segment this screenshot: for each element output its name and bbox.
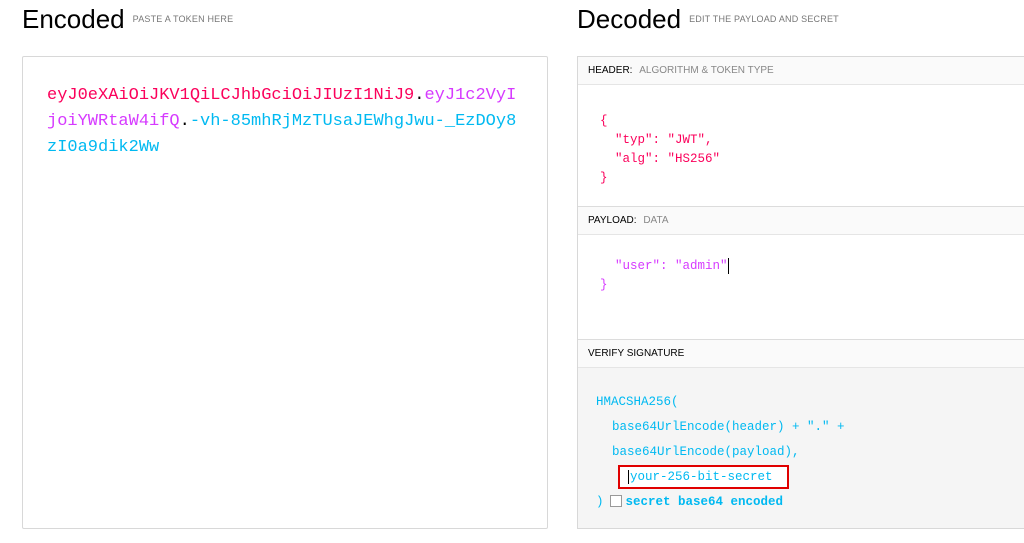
base64-label[interactable]: secret base64 encoded <box>626 495 784 509</box>
hmac-close-row: ) secret base64 encoded <box>596 490 845 515</box>
verify-signature-body: HMACSHA256( base64UrlEncode(header) + "."… <box>578 368 1024 528</box>
text-cursor <box>727 257 729 274</box>
payload-section-label: PAYLOAD: <box>588 215 637 226</box>
header-json-open: { <box>600 114 608 128</box>
token-dot: . <box>414 86 425 105</box>
verify-section-label: VERIFY SIGNATURE <box>588 348 685 359</box>
encoded-subtitle: PASTE A TOKEN HERE <box>132 14 234 25</box>
payload-json-user: "user": "admin" <box>600 259 728 273</box>
decoded-title: Decoded EDIT THE PAYLOAD AND SECRET <box>577 4 839 35</box>
header-section-label: HEADER: <box>588 65 633 76</box>
decoded-subtitle: EDIT THE PAYLOAD AND SECRET <box>689 14 839 25</box>
token-dot: . <box>179 112 190 131</box>
header-section-hint: ALGORITHM & TOKEN TYPE <box>639 65 774 76</box>
payload-section-title: PAYLOAD: DATA <box>578 207 1024 235</box>
hmac-arg-header: base64UrlEncode(header) + "." + <box>612 420 845 434</box>
encoded-token-input[interactable]: eyJ0eXAiOiJKV1QiLCJhbGciOiJIUzI1NiJ9.eyJ… <box>22 56 548 529</box>
token-header-part: eyJ0eXAiOiJKV1QiLCJhbGciOiJIUzI1NiJ9 <box>47 86 415 105</box>
hmac-arg-payload: base64UrlEncode(payload), <box>612 445 800 459</box>
encoded-title: Encoded PASTE A TOKEN HERE <box>22 4 233 35</box>
hmac-fn-close: ) <box>596 495 604 509</box>
secret-input[interactable]: your-256-bit-secret <box>618 465 789 489</box>
base64-checkbox[interactable] <box>609 494 622 507</box>
decoded-panel: HEADER: ALGORITHM & TOKEN TYPE { "typ": … <box>577 56 1024 529</box>
header-section-title: HEADER: ALGORITHM & TOKEN TYPE <box>578 57 1024 85</box>
payload-json-close: } <box>600 278 608 292</box>
payload-section-hint: DATA <box>643 215 669 226</box>
secret-value: your-256-bit-secret <box>630 470 773 484</box>
hmac-fn-open: HMACSHA256( <box>596 395 679 409</box>
verify-section-title: VERIFY SIGNATURE <box>578 340 1024 368</box>
encoded-token-text[interactable]: eyJ0eXAiOiJKV1QiLCJhbGciOiJIUzI1NiJ9.eyJ… <box>47 83 517 161</box>
payload-json-editor[interactable]: "user": "admin"} <box>600 257 729 295</box>
text-cursor <box>628 469 629 484</box>
payload-json-user-line: "user": "admin" <box>600 257 729 276</box>
header-json-close: } <box>600 171 608 185</box>
secret-row: your-256-bit-secret <box>596 465 845 490</box>
header-json-typ: "typ": "JWT", <box>600 133 713 147</box>
verify-code: HMACSHA256( base64UrlEncode(header) + "."… <box>596 390 845 515</box>
decoded-heading: Decoded <box>577 4 682 34</box>
encoded-heading: Encoded <box>22 4 125 34</box>
header-json-editor[interactable]: { "typ": "JWT", "alg": "HS256"} <box>600 112 720 188</box>
header-json-alg: "alg": "HS256" <box>600 152 721 166</box>
